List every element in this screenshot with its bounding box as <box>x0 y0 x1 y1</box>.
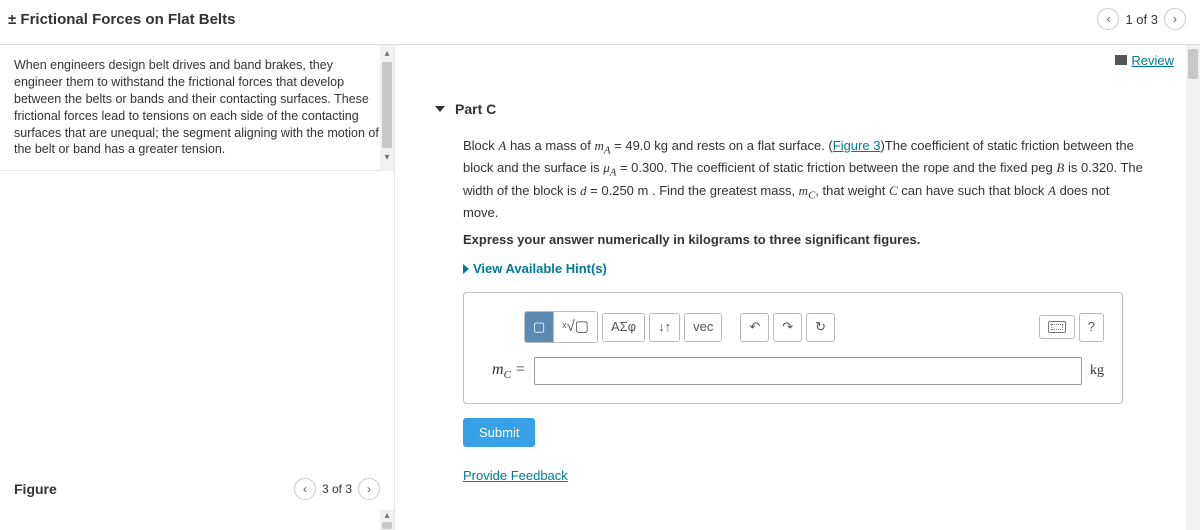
vec-button[interactable]: vec <box>685 314 721 341</box>
greek-button[interactable]: ΑΣφ <box>603 314 644 341</box>
reset-button[interactable]: ↻ <box>806 313 835 342</box>
help-button[interactable]: ? <box>1079 313 1104 342</box>
figure-page-indicator: 3 of 3 <box>322 482 352 496</box>
submit-button[interactable]: Submit <box>463 418 535 447</box>
figure-pager: ‹ 3 of 3 › <box>294 478 380 500</box>
scroll-up-icon[interactable]: ▴ <box>380 45 394 61</box>
review-link[interactable]: Review <box>1131 53 1174 68</box>
scroll-thumb[interactable] <box>382 62 392 148</box>
fig-scroll-thumb[interactable] <box>382 522 392 529</box>
part-label: Part C <box>455 101 496 117</box>
right-scrollbar[interactable] <box>1186 45 1200 530</box>
intro-text: When engineers design belt drives and ba… <box>0 45 394 171</box>
answer-instructions: Express your answer numerically in kilog… <box>463 231 1146 250</box>
answer-unit: kg <box>1090 361 1104 381</box>
equation-toolbar: ▢ ˣ√▢ ΑΣφ ↓↑ vec ↶ ↷ ↻ <box>524 311 1104 343</box>
intro-scrollbar[interactable]: ▴ ▾ <box>380 45 394 171</box>
flag-icon <box>1115 55 1127 65</box>
answer-box: ▢ ˣ√▢ ΑΣφ ↓↑ vec ↶ ↷ ↻ <box>463 292 1123 404</box>
answer-input[interactable] <box>534 357 1082 385</box>
scroll-down-icon[interactable]: ▾ <box>380 149 394 165</box>
page-indicator: 1 of 3 <box>1125 12 1158 27</box>
prev-page-button[interactable]: ‹ <box>1097 8 1119 30</box>
fig-scroll-up-icon[interactable]: ▴ <box>380 510 394 521</box>
review-link-wrap: Review <box>1115 53 1174 68</box>
provide-feedback-link[interactable]: Provide Feedback <box>463 467 1146 486</box>
figure-heading: Figure <box>14 481 57 497</box>
next-page-button[interactable]: › <box>1164 8 1186 30</box>
redo-button[interactable]: ↷ <box>773 313 802 342</box>
problem-statement: Block A has a mass of mA = 49.0 kg and r… <box>463 137 1146 223</box>
sqrt-button[interactable]: ˣ√▢ <box>554 312 597 342</box>
part-toggle-icon[interactable] <box>435 106 445 112</box>
top-pager: ‹ 1 of 3 › <box>1097 8 1186 30</box>
answer-variable-label: mC = <box>492 358 526 384</box>
figure-prev-button[interactable]: ‹ <box>294 478 316 500</box>
figure-diagram: A d 0.300 m 0.200 m <box>14 520 364 530</box>
keyboard-button[interactable] <box>1039 315 1075 339</box>
page-title: ± Frictional Forces on Flat Belts <box>8 11 235 28</box>
templates-button[interactable]: ▢ <box>525 312 554 342</box>
keyboard-icon <box>1048 321 1066 333</box>
right-scroll-thumb[interactable] <box>1188 49 1198 79</box>
view-hints-toggle[interactable]: View Available Hint(s) <box>463 260 1146 279</box>
figure-scrollbar[interactable]: ▴ <box>380 510 394 530</box>
figure-next-button[interactable]: › <box>358 478 380 500</box>
triangle-right-icon <box>463 264 469 274</box>
undo-button[interactable]: ↶ <box>740 313 769 342</box>
figure-3-link[interactable]: Figure 3 <box>833 138 881 153</box>
subsup-button[interactable]: ↓↑ <box>650 314 679 341</box>
